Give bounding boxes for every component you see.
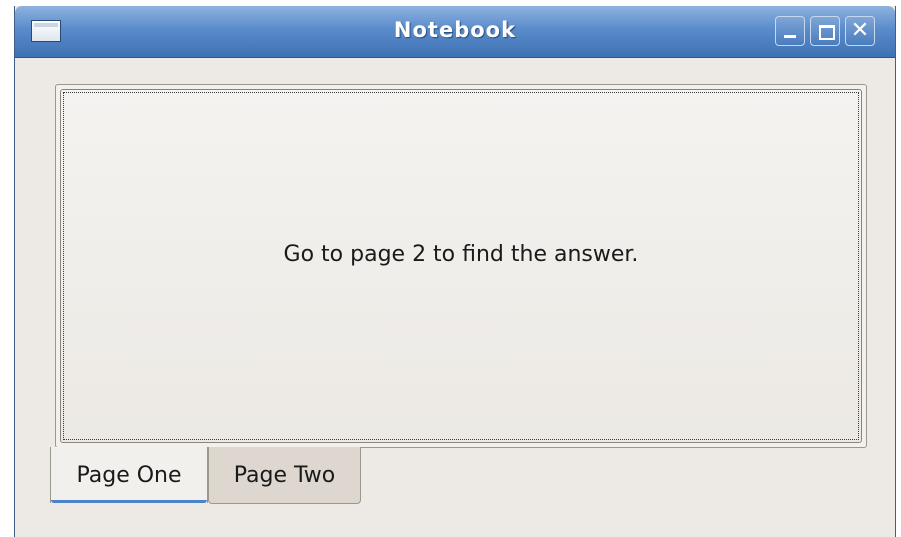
maximize-button[interactable] bbox=[810, 16, 840, 46]
page-one-label: Go to page 2 to find the answer. bbox=[283, 242, 639, 267]
notebook-page-frame: Go to page 2 to find the answer. bbox=[55, 84, 867, 448]
tab-page-two-label: Page Two bbox=[233, 463, 336, 488]
window-title: Notebook bbox=[393, 18, 517, 42]
page-one-content: Go to page 2 to find the answer. bbox=[60, 89, 862, 443]
close-button[interactable]: ✕ bbox=[845, 16, 875, 46]
tab-page-one-label: Page One bbox=[76, 463, 182, 488]
title-bar[interactable]: Notebook ✕ bbox=[15, 6, 895, 58]
tab-page-two[interactable]: Page Two bbox=[208, 447, 361, 504]
minimize-button[interactable] bbox=[775, 16, 805, 46]
close-icon: ✕ bbox=[850, 18, 870, 43]
tab-page-one[interactable]: Page One bbox=[50, 447, 208, 503]
notebook-window: Notebook ✕ Go to page 2 to find the answ… bbox=[14, 6, 896, 537]
